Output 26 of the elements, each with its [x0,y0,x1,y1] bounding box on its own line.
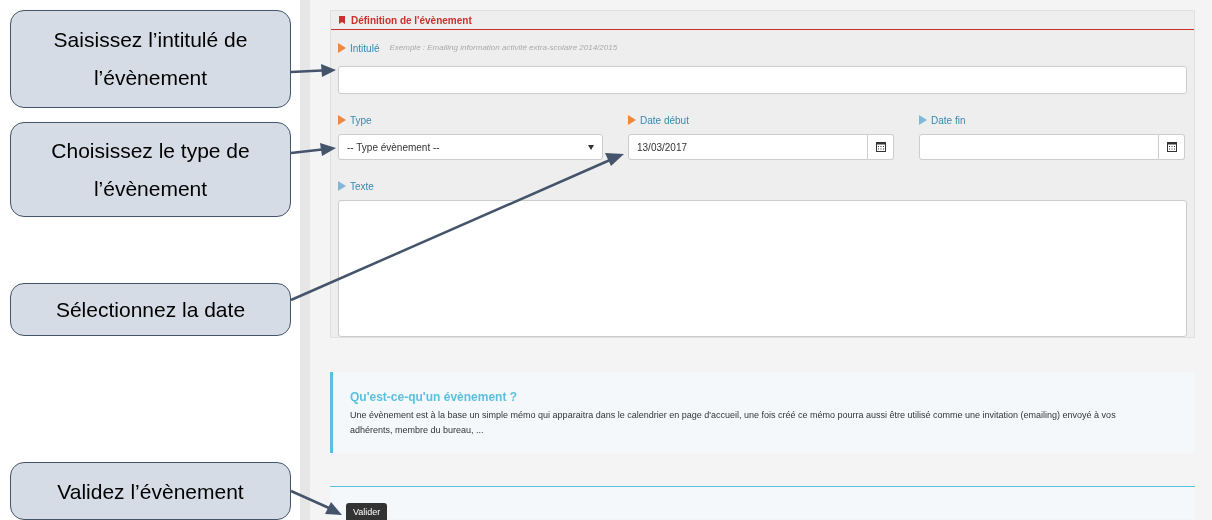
field-label: Date début [640,113,689,128]
dropdown-arrow-icon [588,144,594,150]
info-text: Une évènement est à la base un simple mémo qui apparaitra dans le calendrier en page d'accueil, une fois créé ce mémo pourra aussi être utilisé comme une invitation (emailing) envoyé à vos adhérents, membre du bureau, ... [350,409,1117,437]
calendar-button[interactable] [1159,134,1185,160]
callout-box: Saisissez l’intitulé de l’évènement [10,10,291,108]
calendar-button[interactable] [868,134,894,160]
callout-box: Choisissez le type de l’évènement [10,122,291,217]
arrow [290,489,342,515]
title-input[interactable] [338,66,1187,94]
start-date-input[interactable]: 13/03/2017 [628,134,868,160]
type-select[interactable]: -- Type évènement -- [338,134,603,160]
calendar-icon [875,142,886,152]
arrow [290,64,336,77]
bookmark-icon [339,16,345,24]
callout-box: Sélectionnez la date [10,283,291,336]
panel-title: Définition de l'évènement [351,13,472,28]
validate-button[interactable]: Valider [346,503,388,520]
field-label: Date fin [931,113,966,128]
end-date-input[interactable] [919,134,1159,160]
field-label: Texte [350,179,374,194]
info-title: Qu'est-ce-qu'un évènement ? [350,389,519,406]
callout-box: Validez l’évènement [10,462,291,520]
text-area[interactable] [338,200,1187,337]
calendar-icon [1166,142,1177,152]
field-label: Type [350,113,372,128]
field-label: Intitulé [350,41,380,56]
